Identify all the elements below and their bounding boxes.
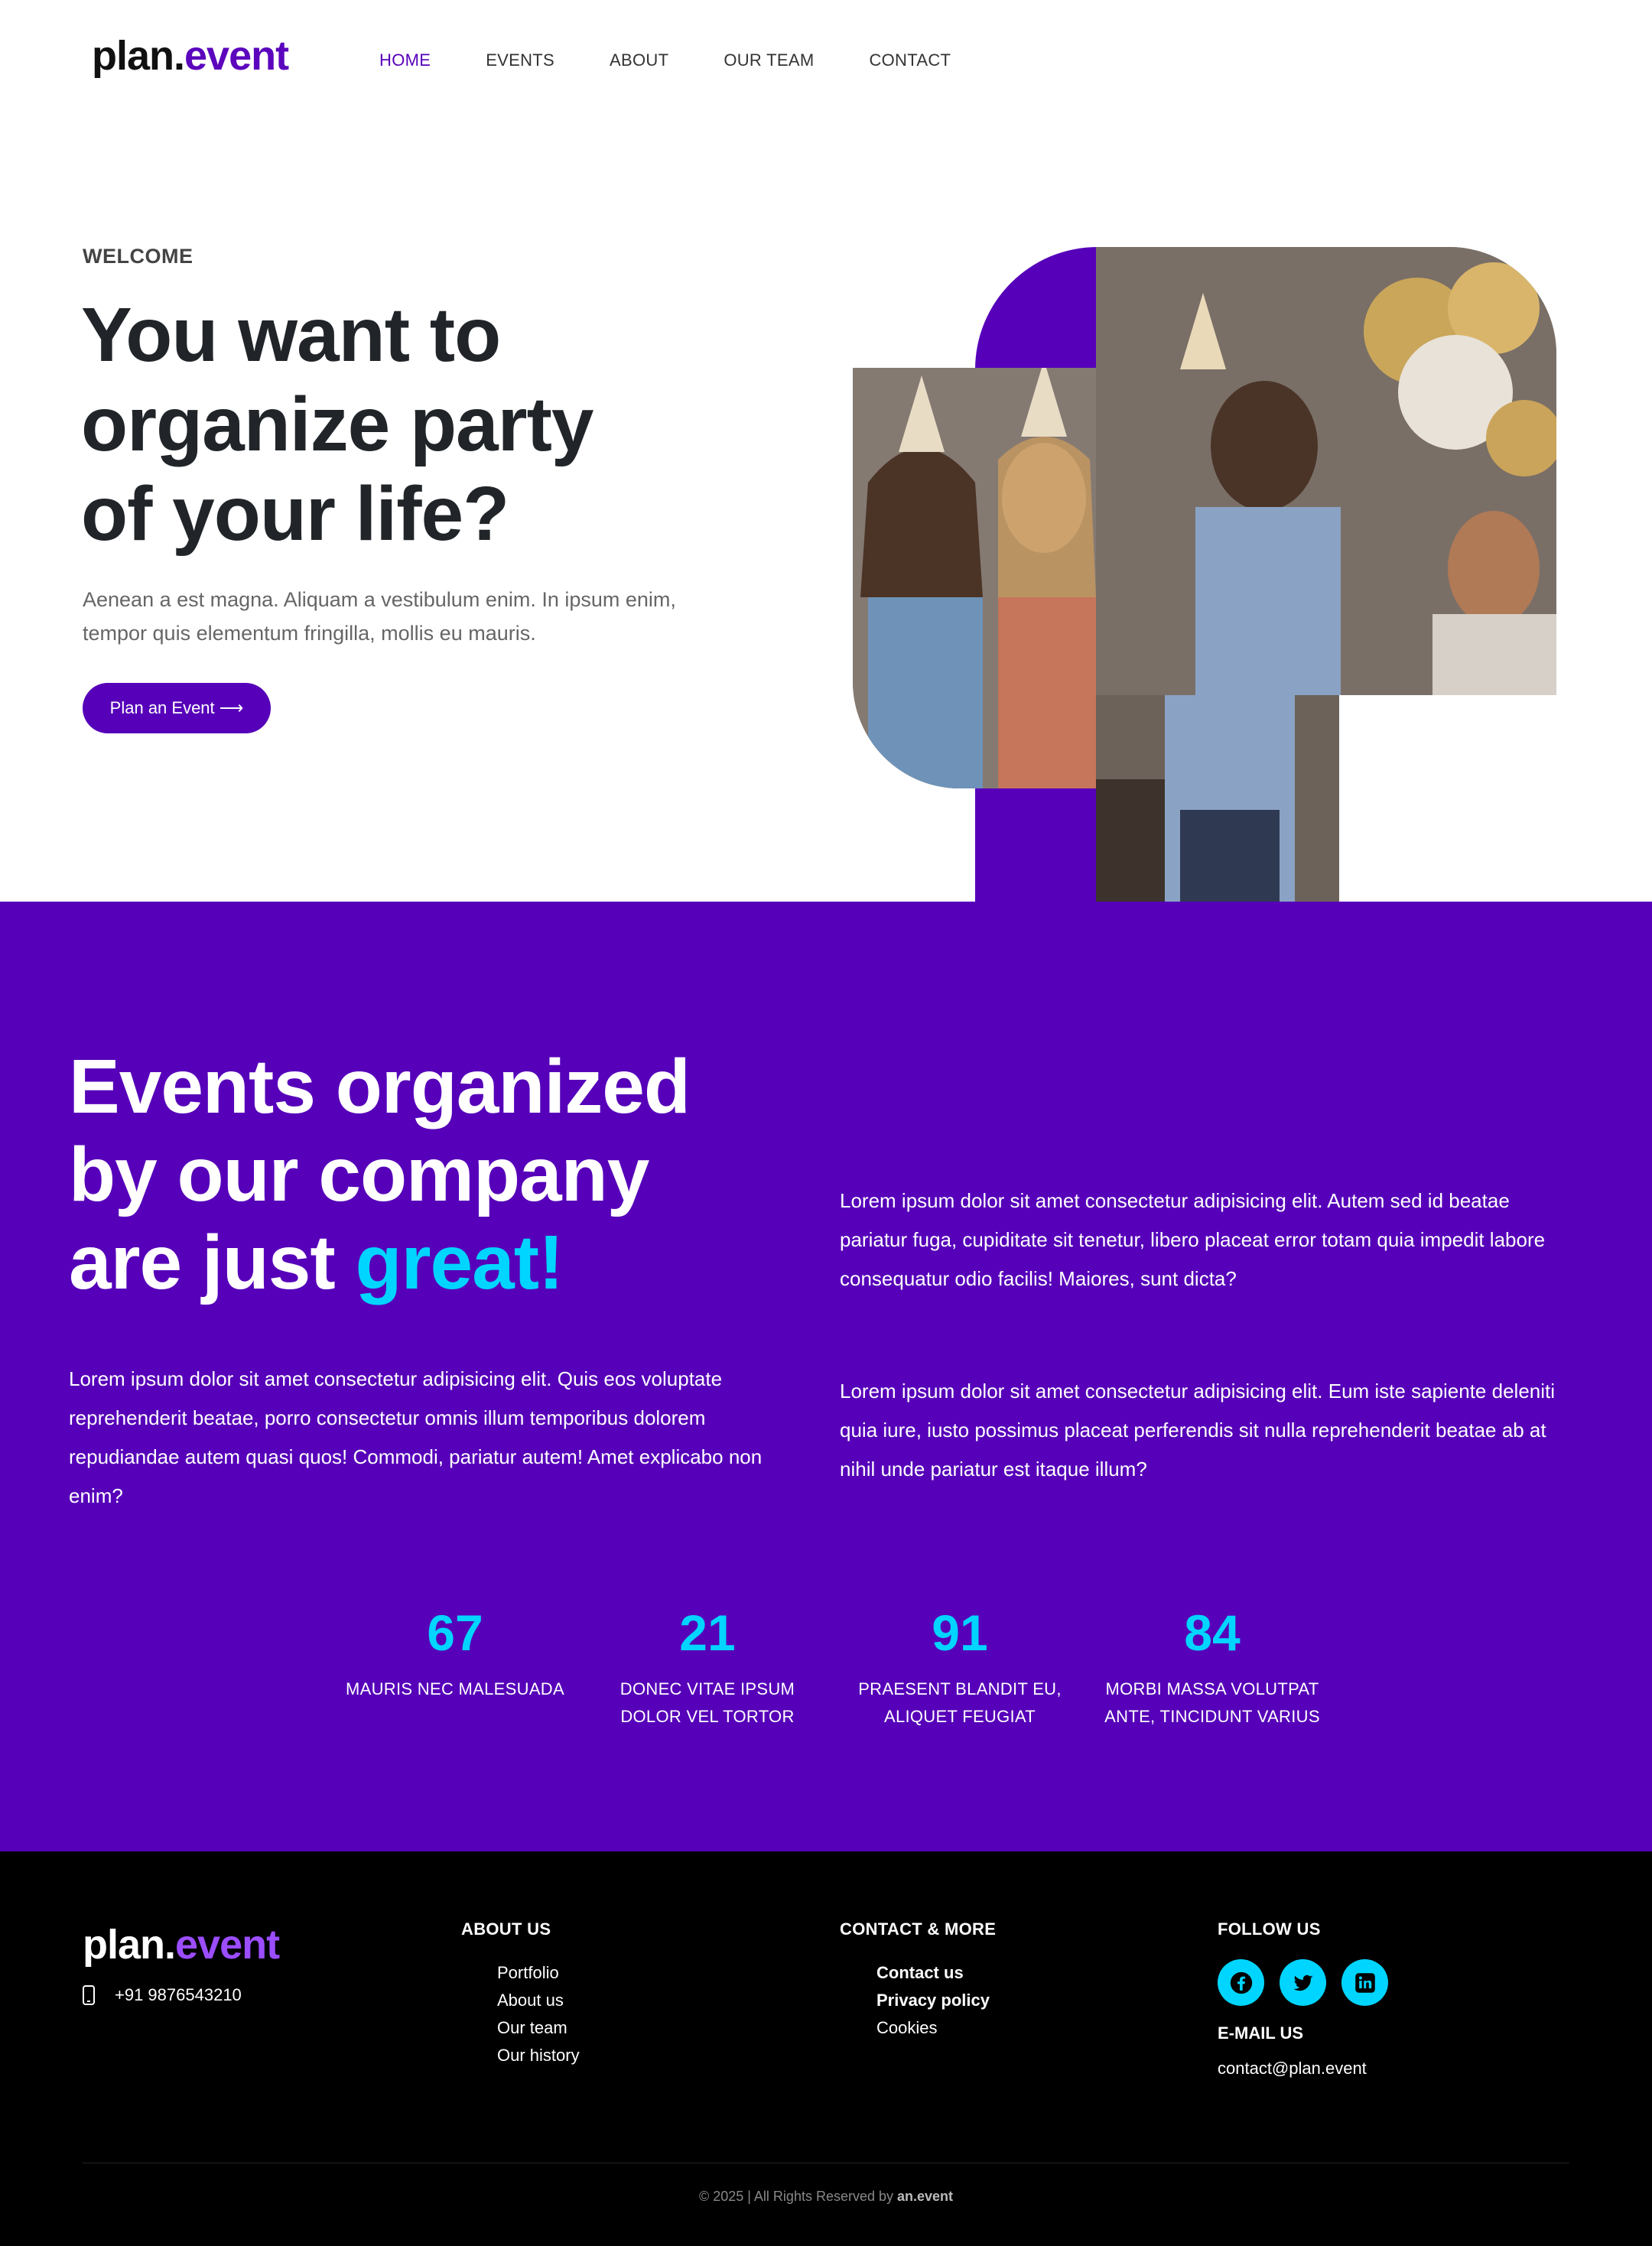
stat-label: MORBI MASSA VOLUTPAT ANTE, TINCIDUNT VARI… [1086, 1676, 1338, 1731]
plan-event-button[interactable]: Plan an Event ⟶ [83, 683, 271, 733]
nav-about[interactable]: ABOUT [610, 50, 668, 70]
footer-logo-part2: event [175, 1922, 280, 1968]
site-header: plan.event HOME EVENTS ABOUT OUR TEAM CO… [0, 0, 1652, 122]
stat-label-line1: MAURIS NEC MALESUADA [346, 1679, 564, 1698]
stat-label: MAURIS NEC MALESUADA [329, 1676, 581, 1703]
footer-copyright: © 2025 | All Rights Reserved by an.event [0, 2189, 1652, 2205]
stat-number: 21 [679, 1604, 736, 1661]
stat-label-line2: ANTE, TINCIDUNT VARIUS [1104, 1707, 1320, 1726]
nav-contact[interactable]: CONTACT [869, 50, 951, 70]
about-title-line2: by our company [69, 1132, 649, 1217]
stat-label-line1: MORBI MASSA VOLUTPAT [1105, 1679, 1319, 1698]
about-text-1: Lorem ipsum dolor sit amet consectetur a… [840, 1189, 1546, 1290]
stat-item: 91 PRAESENT BLANDIT EU, ALIQUET FEUGIAT [834, 1602, 1086, 1731]
twitter-icon[interactable] [1280, 1959, 1326, 2006]
hero-title: You want to organize party of your life? [81, 291, 754, 559]
linkedin-icon[interactable] [1341, 1959, 1388, 2006]
about-title-highlight: great! [355, 1220, 564, 1305]
footer-email-heading: E-MAIL US [1218, 2023, 1304, 2043]
hero-title-line2: organize party [81, 382, 593, 467]
footer-brand-logo[interactable]: plan.event [83, 1921, 280, 1968]
stat-number: 91 [932, 1604, 988, 1661]
stat-label-line1: PRAESENT BLANDIT EU, [858, 1679, 1062, 1698]
about-title-line1: Events organized [69, 1044, 691, 1130]
stat-item: 21 DONEC VITAE IPSUM DOLOR VEL TORTOR [581, 1602, 834, 1731]
footer-link-our-history[interactable]: Our history [497, 2042, 580, 2069]
footer-phone: +91 9876543210 [83, 1985, 242, 2005]
footer-logo-part1: plan. [83, 1922, 176, 1968]
main-nav: HOME EVENTS ABOUT OUR TEAM CONTACT [379, 50, 1006, 70]
brand-logo-part2: event [184, 33, 289, 79]
footer-follow-heading: FOLLOW US [1218, 1919, 1321, 1939]
about-title-line3a: are just [69, 1220, 356, 1305]
hero-title-line3: of your life? [81, 471, 509, 557]
hero-illustration [853, 247, 1556, 906]
stat-item: 84 MORBI MASSA VOLUTPAT ANTE, TINCIDUNT V… [1086, 1602, 1338, 1731]
brand-logo-part1: plan. [92, 33, 185, 79]
footer-link-our-team[interactable]: Our team [497, 2014, 580, 2042]
stat-item: 67 MAURIS NEC MALESUADA [329, 1602, 581, 1731]
stat-number: 67 [427, 1604, 483, 1661]
stat-label: PRAESENT BLANDIT EU, ALIQUET FEUGIAT [834, 1676, 1086, 1731]
nav-home[interactable]: HOME [379, 50, 431, 70]
party-photo-main [1096, 247, 1556, 695]
about-title: Events organized by our company are just… [69, 1043, 834, 1307]
footer-link-portfolio[interactable]: Portfolio [497, 1959, 580, 1987]
stat-number: 84 [1184, 1604, 1241, 1661]
site-footer [0, 1851, 1652, 2246]
footer-link-contact-us[interactable]: Contact us [876, 1959, 990, 1987]
stat-label: DONEC VITAE IPSUM DOLOR VEL TORTOR [581, 1676, 834, 1731]
stat-label-line1: DONEC VITAE IPSUM [620, 1679, 795, 1698]
facebook-icon[interactable] [1218, 1959, 1264, 2006]
hero-title-line1: You want to [81, 292, 501, 378]
phone-icon [83, 1985, 95, 2005]
copyright-text: © 2025 | All Rights Reserved by [698, 2189, 898, 2204]
footer-link-cookies[interactable]: Cookies [876, 2014, 990, 2042]
brand-logo[interactable]: plan.event [92, 32, 289, 80]
about-text-2: Lorem ipsum dolor sit amet consectetur a… [69, 1367, 763, 1507]
stat-label-line2: ALIQUET FEUGIAT [883, 1707, 1036, 1726]
footer-phone-number[interactable]: +91 9876543210 [115, 1985, 242, 2005]
footer-about-heading: ABOUT US [461, 1919, 551, 1939]
footer-link-about-us[interactable]: About us [497, 1987, 580, 2014]
stat-label-line2: DOLOR VEL TORTOR [620, 1707, 795, 1726]
copyright-brand[interactable]: an.event [897, 2189, 953, 2204]
about-text-3: Lorem ipsum dolor sit amet consectetur a… [840, 1380, 1556, 1481]
footer-email-link[interactable]: contact@plan.event [1218, 2059, 1367, 2079]
nav-events[interactable]: EVENTS [486, 50, 554, 70]
footer-contact-heading: CONTACT & MORE [840, 1919, 997, 1939]
footer-link-privacy-policy[interactable]: Privacy policy [876, 1987, 990, 2014]
stats-row: 67 MAURIS NEC MALESUADA 21 DONEC VITAE I… [329, 1602, 1338, 1731]
party-photo-left [853, 368, 1096, 788]
footer-about-links: Portfolio About us Our team Our history [497, 1959, 580, 2069]
party-photo-bottom [1096, 695, 1339, 906]
hero-description: Aenean a est magna. Aliquam a vestibulum… [83, 588, 676, 645]
nav-our-team[interactable]: OUR TEAM [724, 50, 814, 70]
footer-contact-links: Contact us Privacy policy Cookies [876, 1959, 990, 2042]
social-links [1218, 1959, 1388, 2006]
hero-eyebrow: WELCOME [83, 245, 193, 268]
